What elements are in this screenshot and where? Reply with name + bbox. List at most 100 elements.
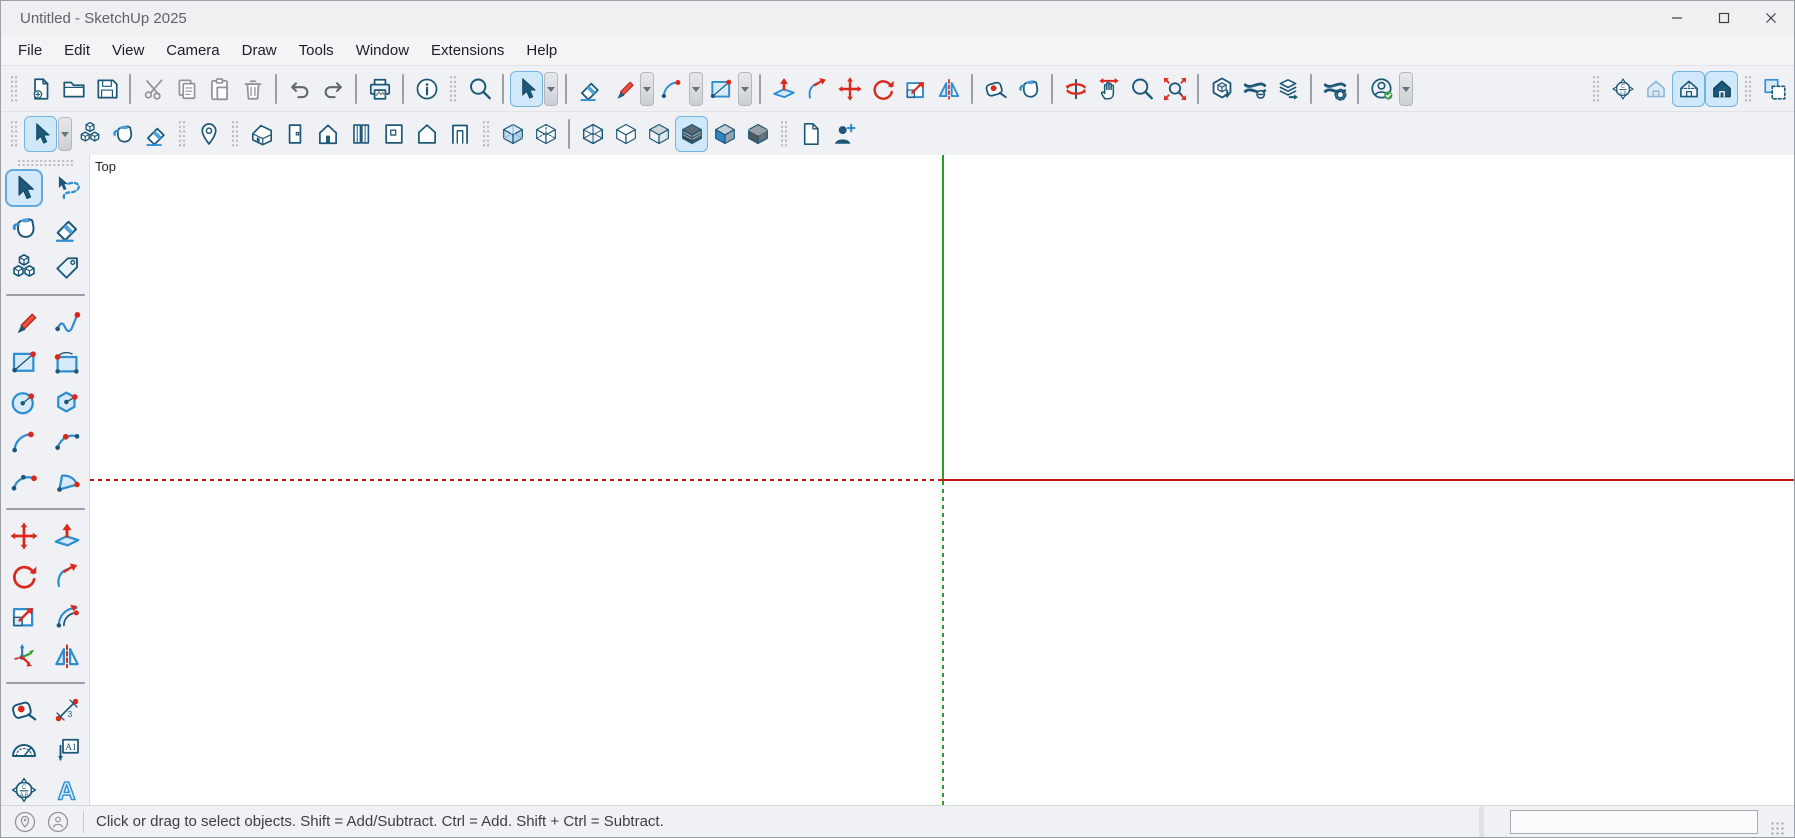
zoom-button[interactable] [1125,71,1158,107]
face-style-hidden-line-button[interactable] [609,116,642,152]
shapes-button[interactable] [704,71,737,107]
extension-manager-button[interactable] [1318,71,1351,107]
lasso-button[interactable] [48,169,86,207]
menu-help[interactable]: Help [515,39,568,62]
arcs-button[interactable] [655,71,688,107]
face-style-back-edges-button[interactable] [529,116,562,152]
line-button[interactable] [606,71,639,107]
resize-grip[interactable] [1770,821,1786,835]
view-iso-button[interactable] [245,116,278,152]
follow-me-button[interactable] [48,557,86,595]
menu-camera[interactable]: Camera [155,39,230,62]
offset-button[interactable] [48,597,86,635]
toolbar-drag-handle[interactable] [10,120,18,148]
flip-button[interactable] [932,71,965,107]
follow-me-button[interactable] [800,71,833,107]
text-button[interactable]: A1 [48,731,86,769]
polygon-button[interactable] [48,383,86,421]
extension-warehouse-button[interactable] [1238,71,1271,107]
compass-button[interactable]: CA-B [1606,71,1639,107]
face-style-shaded-textures-button[interactable] [675,116,708,152]
zoom-extents-button[interactable] [1158,71,1191,107]
close-button[interactable] [1747,1,1794,35]
circle-button[interactable] [5,383,43,421]
account-dropdown[interactable] [1399,72,1413,106]
hide-rest-of-model-button[interactable] [1672,71,1705,107]
rotate-button[interactable] [866,71,899,107]
open-button[interactable] [57,71,90,107]
toolbar-drag-handle[interactable] [449,75,457,103]
axes-button[interactable] [5,637,43,675]
push-pull-button[interactable] [767,71,800,107]
xray-view-button[interactable] [1639,71,1672,107]
toolbar-drag-handle[interactable] [1592,75,1600,103]
toolbar-drag-handle[interactable] [482,120,490,148]
scale-button[interactable] [899,71,932,107]
toolbar-drag-handle[interactable] [231,120,239,148]
undo-button[interactable] [283,71,316,107]
view-top-button[interactable] [443,116,476,152]
paste-button[interactable] [203,71,236,107]
push-pull-button[interactable] [48,517,86,555]
credits-icon[interactable] [46,810,70,834]
components-button[interactable] [73,116,106,152]
copy-button[interactable] [170,71,203,107]
geolocation-icon[interactable] [13,810,37,834]
title-bar[interactable]: Untitled - SketchUp 2025 [1,1,1794,35]
hide-similar-components-button[interactable] [1705,71,1738,107]
view-left-button[interactable] [278,116,311,152]
minimize-button[interactable] [1653,1,1700,35]
tag-button[interactable] [48,249,86,287]
tape-measure-button[interactable] [979,71,1012,107]
menu-tools[interactable]: Tools [288,39,345,62]
maximize-button[interactable] [1700,1,1747,35]
move-button[interactable] [5,517,43,555]
eraser-button[interactable] [139,116,172,152]
move-button[interactable] [833,71,866,107]
paint-bucket-button[interactable] [106,116,139,152]
line-dropdown[interactable] [640,72,654,106]
menu-view[interactable]: View [101,39,155,62]
account-button[interactable] [1365,71,1398,107]
share-model-button[interactable] [1271,71,1304,107]
3d-text-button[interactable]: A [48,771,86,809]
paste-in-place-button[interactable] [1758,71,1791,107]
face-style-shaded-button[interactable] [642,116,675,152]
toolbar-drag-handle[interactable] [1744,75,1752,103]
orbit-button[interactable] [1059,71,1092,107]
components-button[interactable] [5,249,43,287]
delete-button[interactable] [236,71,269,107]
paint-bucket-button[interactable] [1012,71,1045,107]
eraser-button[interactable] [573,71,606,107]
tape-measure-button[interactable] [5,691,43,729]
add-person-button[interactable] [827,116,860,152]
eraser-button[interactable] [48,209,86,247]
flip-button[interactable] [48,637,86,675]
toolbar-drag-handle[interactable] [780,120,788,148]
menu-extensions[interactable]: Extensions [420,39,515,62]
dimensions-button[interactable]: 3 [48,691,86,729]
pan-button[interactable] [1092,71,1125,107]
face-style-monochrome-button[interactable] [708,116,741,152]
face-style-wireframe-button[interactable] [576,116,609,152]
toolbar-drag-handle[interactable] [17,159,74,166]
three-point-arc-button[interactable] [5,463,43,501]
north-compass-button[interactable]: CA-B [5,771,43,809]
arc-button[interactable] [5,423,43,461]
select-dropdown[interactable] [544,72,558,106]
search-button[interactable] [463,71,496,107]
protractor-button[interactable] [5,731,43,769]
scale-button[interactable] [5,597,43,635]
paint-bucket-button[interactable] [5,209,43,247]
face-style-xray-button[interactable] [496,116,529,152]
select-button[interactable] [510,71,543,107]
model-info-button[interactable] [410,71,443,107]
freehand-button[interactable] [48,303,86,341]
toolbar-drag-handle[interactable] [10,75,18,103]
view-front-button[interactable] [311,116,344,152]
rotate-button[interactable] [5,557,43,595]
save-button[interactable] [90,71,123,107]
select-button[interactable] [24,116,57,152]
pie-button[interactable] [48,463,86,501]
print-button[interactable] [363,71,396,107]
